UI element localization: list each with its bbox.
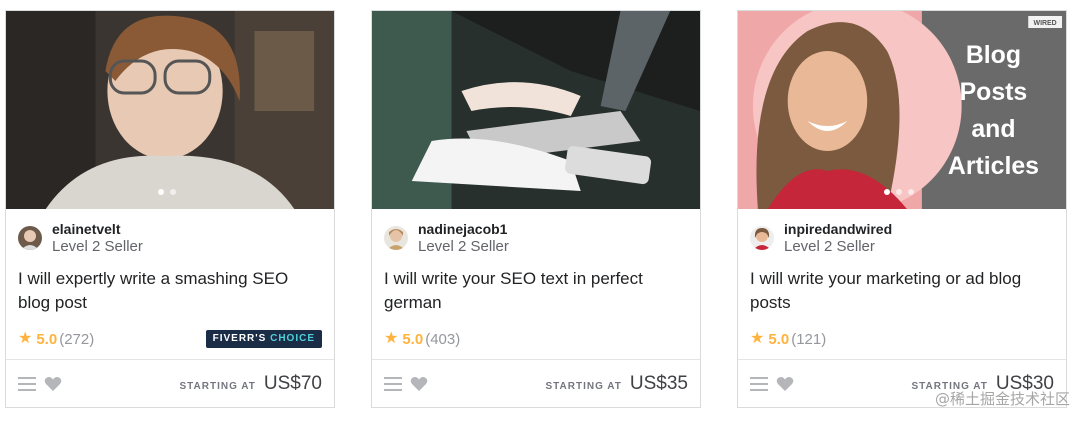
rating-value: 5.0	[36, 330, 58, 348]
gig-thumbnail-image	[372, 11, 700, 209]
seller-level: Level 2 Seller	[418, 238, 509, 255]
seller-name[interactable]: inpiredandwired	[784, 221, 892, 237]
heart-icon[interactable]	[44, 376, 62, 392]
menu-icon[interactable]	[18, 376, 36, 391]
wired-logo: WIRED	[1034, 20, 1057, 27]
carousel-dot[interactable]	[908, 189, 914, 195]
gig-thumbnail[interactable]	[372, 11, 700, 209]
heart-icon[interactable]	[776, 376, 794, 392]
watermark: @稀土掘金技术社区	[934, 390, 1070, 408]
menu-icon[interactable]	[384, 376, 402, 391]
gig-card[interactable]: WIRED Blog Posts and Articles inpiredand…	[737, 10, 1067, 408]
rating-count: (121)	[791, 330, 827, 348]
carousel-dot[interactable]	[158, 189, 164, 195]
fiverrs-choice-badge: FIVERR'S CHOICE	[205, 330, 322, 348]
seller-level: Level 2 Seller	[52, 238, 143, 255]
gig-title[interactable]: I will write your SEO text in perfect ge…	[372, 261, 700, 323]
rating-count: (403)	[425, 330, 461, 348]
thumbnail-text-line: Articles	[948, 152, 1039, 180]
heart-icon[interactable]	[410, 376, 428, 392]
star-icon: ★	[384, 330, 399, 347]
price[interactable]: STARTING AT US$70	[180, 373, 322, 395]
carousel-dot[interactable]	[896, 189, 902, 195]
gig-footer: STARTING AT US$35	[372, 359, 700, 407]
carousel-dot[interactable]	[884, 189, 890, 195]
star-icon: ★	[750, 330, 765, 347]
gig-footer: STARTING AT US$70	[6, 359, 334, 407]
starting-at-label: STARTING AT	[179, 380, 256, 392]
carousel-dots[interactable]	[884, 189, 914, 195]
starting-at-label: STARTING AT	[545, 380, 622, 392]
seller-name[interactable]: elainetvelt	[52, 221, 143, 237]
thumbnail-text-line: and	[971, 115, 1015, 143]
badge-prefix: FIVERR'S	[212, 333, 267, 344]
rating: ★ 5.0 (121)	[738, 323, 1066, 355]
menu-icon[interactable]	[750, 376, 768, 391]
badge-suffix: CHOICE	[270, 333, 315, 344]
seller-avatar[interactable]	[18, 226, 42, 250]
price-value: US$35	[629, 372, 688, 394]
seller-info: nadinejacob1 Level 2 Seller	[372, 209, 700, 261]
gig-thumbnail-image: WIRED Blog Posts and Articles	[738, 11, 1066, 209]
rating: ★ 5.0 (403)	[372, 323, 700, 355]
seller-avatar[interactable]	[384, 226, 408, 250]
gig-title[interactable]: I will write your marketing or ad blog p…	[738, 261, 1066, 323]
carousel-dots[interactable]	[158, 189, 176, 195]
gig-title[interactable]: I will expertly write a smashing SEO blo…	[6, 261, 334, 323]
gig-thumbnail-image	[6, 11, 334, 209]
thumbnail-text-line: Blog	[966, 41, 1021, 69]
seller-avatar[interactable]	[750, 226, 774, 250]
gig-thumbnail[interactable]	[6, 11, 334, 209]
rating-value: 5.0	[402, 330, 424, 348]
seller-info: elainetvelt Level 2 Seller	[6, 209, 334, 261]
gig-thumbnail[interactable]: WIRED Blog Posts and Articles	[738, 11, 1066, 209]
gig-card[interactable]: nadinejacob1 Level 2 Seller I will write…	[371, 10, 701, 408]
star-icon: ★	[18, 330, 33, 347]
rating-value: 5.0	[768, 330, 790, 348]
rating: ★ 5.0 (272) FIVERR'S CHOICE	[6, 323, 334, 355]
price-value: US$70	[263, 372, 322, 394]
thumbnail-text-line: Posts	[960, 78, 1028, 106]
seller-info: inpiredandwired Level 2 Seller	[738, 209, 1066, 261]
price[interactable]: STARTING AT US$35	[546, 373, 688, 395]
carousel-dot[interactable]	[170, 189, 176, 195]
gig-card[interactable]: elainetvelt Level 2 Seller I will expert…	[5, 10, 335, 408]
seller-level: Level 2 Seller	[784, 238, 875, 255]
seller-name[interactable]: nadinejacob1	[418, 221, 509, 237]
rating-count: (272)	[59, 330, 95, 348]
